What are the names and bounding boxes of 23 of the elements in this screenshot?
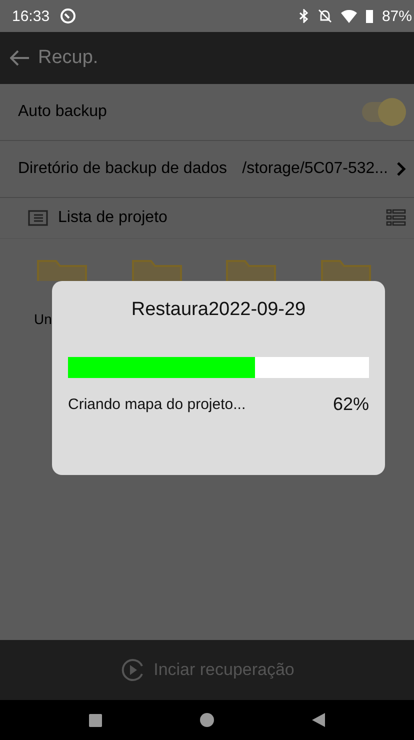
progress-percent: 62%: [332, 394, 369, 415]
progress-message: Criando mapa do projeto...: [68, 396, 246, 413]
wifi-icon: [340, 10, 357, 22]
back-nav-icon[interactable]: [312, 713, 325, 727]
project-list-title: Lista de projeto: [58, 209, 168, 227]
chevron-right-icon[interactable]: [396, 162, 406, 176]
battery-percent: 87%: [382, 8, 412, 24]
square-nav-icon[interactable]: [89, 714, 102, 726]
setting-label: Auto backup: [18, 103, 108, 121]
list-document-icon: [28, 210, 48, 226]
muted-bell-icon: [318, 9, 332, 23]
back-arrow-icon[interactable]: [10, 50, 30, 66]
home-nav-icon[interactable]: [200, 713, 214, 727]
folder-name: Un: [34, 311, 52, 327]
gauge-icon: [60, 8, 76, 24]
setting-label: Diretório de backup de dados: [18, 160, 228, 178]
list-view-icon[interactable]: [386, 208, 406, 228]
dialog-title: Restaura2022-09-29: [131, 299, 306, 321]
directory-path: /storage/5C07-532...: [242, 160, 388, 178]
bluetooth-icon: [298, 9, 309, 23]
battery-icon: [366, 9, 373, 23]
app-bar-title: Recup.: [38, 47, 98, 69]
status-time: 16:33: [12, 8, 50, 24]
